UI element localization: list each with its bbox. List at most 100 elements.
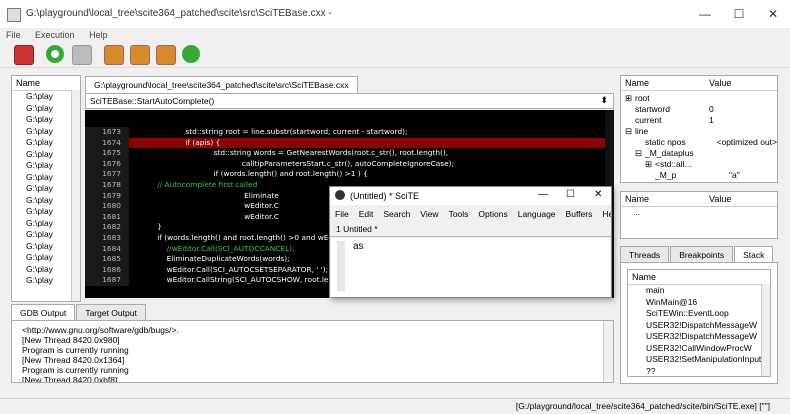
scite-tab-strip: 1 Untitled * [330, 223, 611, 237]
step-over-icon[interactable] [104, 45, 124, 65]
stack-frame[interactable]: main [646, 285, 770, 297]
code-text: std::string words = GetNearestWords(root… [129, 148, 449, 158]
scite-menu-item[interactable]: View [415, 207, 443, 221]
locals-row[interactable]: ⊟ line [621, 126, 777, 137]
run-icon[interactable] [182, 45, 200, 63]
locals-row[interactable]: static npos <optimized out> [621, 137, 777, 148]
tab-breakpoints[interactable]: Breakpoints [670, 246, 734, 263]
scite-tab[interactable]: 1 Untitled * [336, 224, 378, 234]
scite-menu-item[interactable]: Buffers [561, 207, 598, 221]
line-number: 1677 [85, 169, 129, 180]
locals-name: <std::all... [655, 159, 692, 169]
locals-row[interactable]: current 1 [621, 115, 777, 126]
locals-name: startword [635, 104, 670, 114]
code-text: if (apis) { [129, 137, 221, 147]
locals-name: current [635, 115, 662, 125]
expander-icon[interactable]: ⊟ [635, 148, 645, 159]
file-tree-scrollbar[interactable] [71, 90, 80, 301]
expander-icon[interactable]: ⊞ [645, 159, 655, 170]
title-bar: G:\playground\local_tree\scite364_patche… [0, 0, 790, 28]
watch-panel: Name Value ... [620, 191, 778, 239]
menu-help[interactable]: Help [83, 28, 114, 42]
locals-row[interactable]: _M_p "a" [621, 170, 777, 181]
locals-row[interactable]: ⊞ <std::all... [621, 159, 777, 170]
stack-frame[interactable]: SciTEWin::EventLoop [646, 308, 770, 320]
stack-tabs: Threads Breakpoints Stack [620, 246, 780, 263]
stack-frame[interactable]: USER32!CallWindowProcW [646, 343, 770, 355]
expander-icon[interactable]: ⊟ [625, 126, 635, 137]
stack-frame[interactable]: USER32!SetManipulationInputT [646, 354, 770, 366]
tab-target-output[interactable]: Target Output [76, 304, 146, 321]
watch-row[interactable]: ... [621, 207, 777, 219]
exit-icon[interactable] [14, 45, 34, 65]
stack-scrollbar[interactable] [761, 284, 770, 376]
line-number: 1673 [85, 127, 129, 138]
scite-title: (Untitled) * SciTE [350, 191, 420, 201]
output-scrollbar[interactable] [603, 321, 613, 382]
file-tree-list: G:\play G:\play G:\play G:\play G:\play G:\pl… [12, 91, 80, 287]
code-line[interactable]: 1673 std::string root = line.substr(star… [85, 127, 605, 138]
scite-text: as [353, 241, 364, 252]
stack-rows: main WinMain@16 SciTEWin::EventLoop USER32!… [628, 285, 770, 377]
line-number: 1686 [85, 264, 129, 276]
line-number: 1675 [85, 148, 129, 159]
line-number: 1683 [85, 232, 129, 244]
scite-maximize-button[interactable]: ☐ [566, 189, 575, 200]
scite-close-button[interactable]: ✕ [594, 189, 602, 200]
scite-editor[interactable]: as [331, 238, 610, 297]
locals-row[interactable]: ⊟ _M_dataplus [621, 148, 777, 159]
locals-name: line [635, 126, 649, 136]
window-title: G:\playground\local_tree\scite364_patche… [26, 8, 332, 19]
code-text: wEditor.C [129, 201, 279, 211]
gdb-output-panel: <http://www.gnu.org/software/gdb/bugs/>.… [11, 320, 614, 383]
locals-row[interactable]: startword 0 [621, 104, 777, 115]
scite-menu-item[interactable]: Help [597, 207, 611, 221]
scite-menu-item[interactable]: Search [378, 207, 415, 221]
close-button[interactable]: ✕ [756, 0, 790, 28]
scite-menu-item[interactable]: Options [473, 207, 512, 221]
scite-menu-item[interactable]: File [330, 207, 354, 221]
scite-minimize-button[interactable]: — [538, 189, 548, 200]
stack-frame[interactable]: USER32!DispatchMessageW [646, 331, 770, 343]
scite-window: (Untitled) * SciTE — ☐ ✕ File Edit Search V… [329, 186, 612, 298]
code-line[interactable]: 1676 calltipParametersStart.c_str(), aut… [85, 158, 605, 170]
stack-frame[interactable]: ?? [646, 366, 770, 377]
dropdown-icon: ⬍ [600, 95, 608, 105]
expander-icon[interactable]: ⊞ [625, 93, 635, 104]
locals-row[interactable]: ⊞ root [621, 93, 777, 104]
code-text: wEditor.CallString(SCI_AUTOCSHOW, root.l… [129, 275, 356, 285]
code-line[interactable]: 1674 if (apis) { [85, 137, 605, 149]
locals-rows: ⊞ root startword 0 current 1 ⊟ line static npos <… [621, 91, 777, 181]
function-selector[interactable]: SciTEBase::StartAutoComplete() ⬍ [85, 93, 614, 109]
line-number: 1682 [85, 222, 129, 233]
tab-gdb-output[interactable]: GDB Output [11, 304, 76, 321]
stack-frame[interactable]: WinMain@16 [646, 297, 770, 309]
scite-menu-item[interactable]: Language [513, 207, 561, 221]
step-out-icon[interactable] [156, 45, 176, 65]
stack-panel: Name main WinMain@16 SciTEWin::EventLoop US… [620, 262, 778, 384]
line-number: 1674 [85, 137, 129, 149]
file-tree-header: Name [12, 76, 80, 91]
scite-menu-item[interactable]: Tools [444, 207, 474, 221]
editor-tab-label: G:\playground\local_tree\scite364_patche… [94, 80, 349, 90]
code-line[interactable]: 1677 if (words.length() and root.length(… [85, 169, 605, 180]
stop-icon[interactable] [72, 45, 92, 65]
watch-col-value: Value [709, 194, 732, 204]
locals-name: root [635, 93, 650, 103]
tab-stack[interactable]: Stack [734, 246, 774, 263]
editor-tab[interactable]: G:\playground\local_tree\scite364_patche… [85, 76, 358, 106]
editor-tab-strip: G:\playground\local_tree\scite364_patche… [85, 76, 358, 106]
scite-title-bar: (Untitled) * SciTE — ☐ ✕ [330, 187, 611, 205]
stack-header: Name [628, 270, 770, 285]
code-line[interactable]: 1675 std::string words = GetNearestWords… [85, 148, 605, 159]
tab-threads[interactable]: Threads [620, 246, 670, 263]
maximize-button[interactable]: ☐ [722, 0, 756, 28]
menu-execution[interactable]: Execution [29, 28, 81, 42]
restart-icon[interactable] [46, 45, 64, 63]
step-into-icon[interactable] [130, 45, 150, 65]
stack-frame[interactable]: USER32!DispatchMessageW [646, 320, 770, 332]
scite-menu-item[interactable]: Edit [354, 207, 379, 221]
menu-file[interactable]: File [0, 28, 27, 42]
output-line: [New Thread 8420.0xbf8] [22, 375, 118, 383]
minimize-button[interactable]: — [688, 0, 722, 28]
